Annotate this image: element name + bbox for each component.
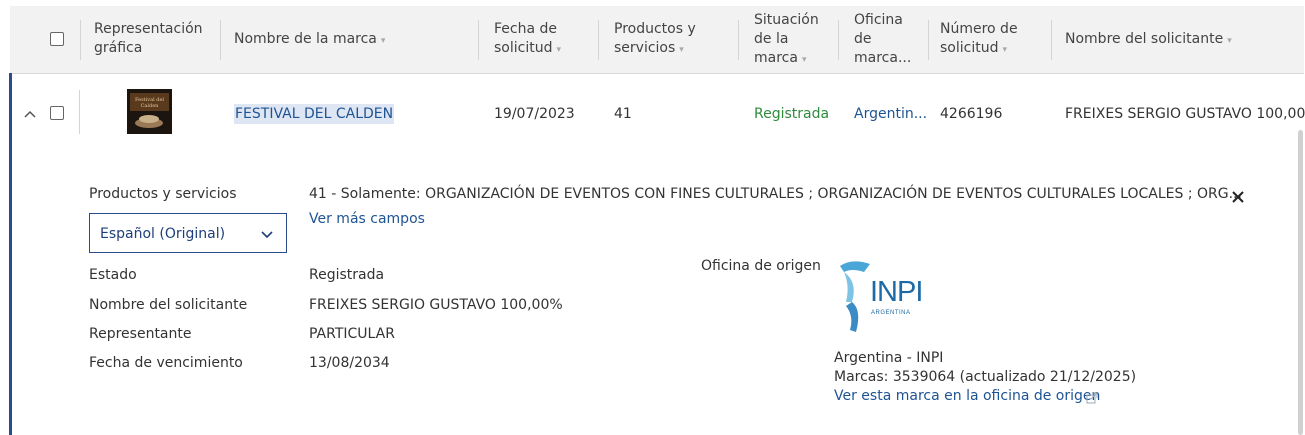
sort-icon: ▾: [679, 45, 684, 55]
oficina-name: Argentina - INPI: [834, 350, 944, 366]
column-divider: [80, 20, 81, 60]
estado-value: Registrada: [309, 267, 385, 283]
column-header-label: Nombre de la marca: [234, 31, 377, 47]
sort-icon: ▾: [556, 45, 562, 55]
column-header-line: Situación: [754, 12, 819, 28]
column-header-line: Productos y: [614, 21, 696, 37]
results-table-header: Representación gráfica Nombre de la marc…: [10, 6, 1304, 74]
close-icon[interactable]: [1230, 189, 1246, 205]
column-divider: [79, 90, 80, 134]
column-header-line: servicios: [614, 40, 676, 56]
inpi-logo: INPI ARGENTINA: [834, 258, 924, 338]
solicitante-cell: FREIXES SERGIO GUSTAVO 100,00%: [1065, 106, 1305, 122]
trademark-thumbnail[interactable]: Festival del Calden: [127, 89, 172, 134]
column-header-line: gráfica: [94, 40, 143, 56]
status-cell: Registrada: [754, 106, 830, 122]
numero-cell: 4266196: [940, 106, 1003, 122]
oficina-cell[interactable]: Argentin...: [854, 104, 927, 124]
logo-text: INPI: [870, 276, 923, 308]
oficina-origen-link-label: Ver esta marca en la oficina de origen: [834, 388, 1101, 404]
ver-mas-campos-link[interactable]: Ver más campos: [309, 209, 425, 229]
column-header-line: Oficina: [854, 12, 903, 28]
language-select[interactable]: Español (Original): [89, 213, 287, 253]
trademark-name-link[interactable]: FESTIVAL DEL CALDEN: [234, 104, 395, 124]
representante-value: PARTICULAR: [309, 326, 395, 342]
productos-label: Productos y servicios: [89, 186, 237, 202]
logo-subtext: ARGENTINA: [871, 310, 911, 316]
expanded-row-indicator: [9, 73, 12, 435]
productos-cell: 41: [614, 106, 632, 122]
sort-icon: ▾: [380, 36, 386, 46]
representante-label: Representante: [89, 326, 192, 342]
column-divider: [598, 20, 599, 60]
solicitante-label: Nombre del solicitante: [89, 297, 248, 313]
sort-icon: ▾: [801, 55, 807, 65]
column-header-line: Fecha de: [494, 21, 557, 37]
column-header-oficina[interactable]: Oficina de marca...: [854, 11, 911, 68]
column-divider: [738, 20, 739, 60]
column-divider: [1051, 20, 1052, 60]
estado-label: Estado: [89, 267, 137, 283]
scrollbar[interactable]: [1298, 130, 1303, 435]
column-header-fecha[interactable]: Fecha de solicitud ▾: [494, 20, 561, 60]
sort-icon: ▾: [1227, 36, 1232, 46]
column-header-situacion[interactable]: Situación de la marca ▾: [754, 11, 819, 70]
column-header-line: marca...: [854, 50, 912, 66]
trademark-name: FESTIVAL DEL CALDEN: [235, 106, 394, 122]
column-header-line: solicitud: [494, 40, 553, 56]
column-header-line: de la: [754, 31, 789, 47]
vencimiento-label: Fecha de vencimiento: [89, 355, 243, 371]
column-header-line: marca: [754, 50, 798, 66]
thumbnail-text: Festival del Calden: [134, 97, 165, 109]
select-all-checkbox[interactable]: [50, 32, 64, 46]
column-header-line: solicitud: [940, 40, 999, 56]
column-header-productos[interactable]: Productos y servicios ▾: [614, 20, 696, 60]
fecha-cell: 19/07/2023: [494, 106, 575, 122]
column-divider: [928, 20, 929, 60]
column-header-representacion: Representación gráfica: [94, 20, 203, 58]
vencimiento-value: 13/08/2034: [309, 355, 390, 371]
column-header-solicitante[interactable]: Nombre del solicitante ▾: [1065, 30, 1232, 51]
column-divider: [478, 20, 479, 60]
row-checkbox[interactable]: [50, 106, 64, 120]
chevron-down-icon: [260, 226, 274, 240]
column-header-label: Nombre del solicitante: [1065, 31, 1224, 47]
column-header-numero[interactable]: Número de solicitud ▾: [940, 20, 1018, 60]
oficina-origen-link[interactable]: Ver esta marca en la oficina de origen: [834, 386, 1100, 406]
oficina-marcas: Marcas: 3539064 (actualizado 21/12/2025): [834, 369, 1137, 385]
productos-value: 41 - Solamente: ORGANIZACIÓN DE EVENTOS …: [309, 186, 1242, 202]
column-header-line: Número de: [940, 21, 1018, 37]
language-select-value: Español (Original): [100, 226, 226, 242]
chevron-up-icon[interactable]: [22, 106, 38, 122]
solicitante-value: FREIXES SERGIO GUSTAVO 100,00%: [309, 297, 563, 313]
oficina-origen-label: Oficina de origen: [701, 258, 821, 274]
sort-icon: ▾: [1002, 45, 1008, 55]
column-header-line: de: [854, 31, 872, 47]
external-link-icon: [1086, 390, 1098, 404]
column-divider: [220, 20, 221, 60]
column-header-nombre-marca[interactable]: Nombre de la marca ▾: [234, 30, 385, 51]
column-header-line: Representación: [94, 21, 203, 37]
column-divider: [838, 20, 839, 60]
